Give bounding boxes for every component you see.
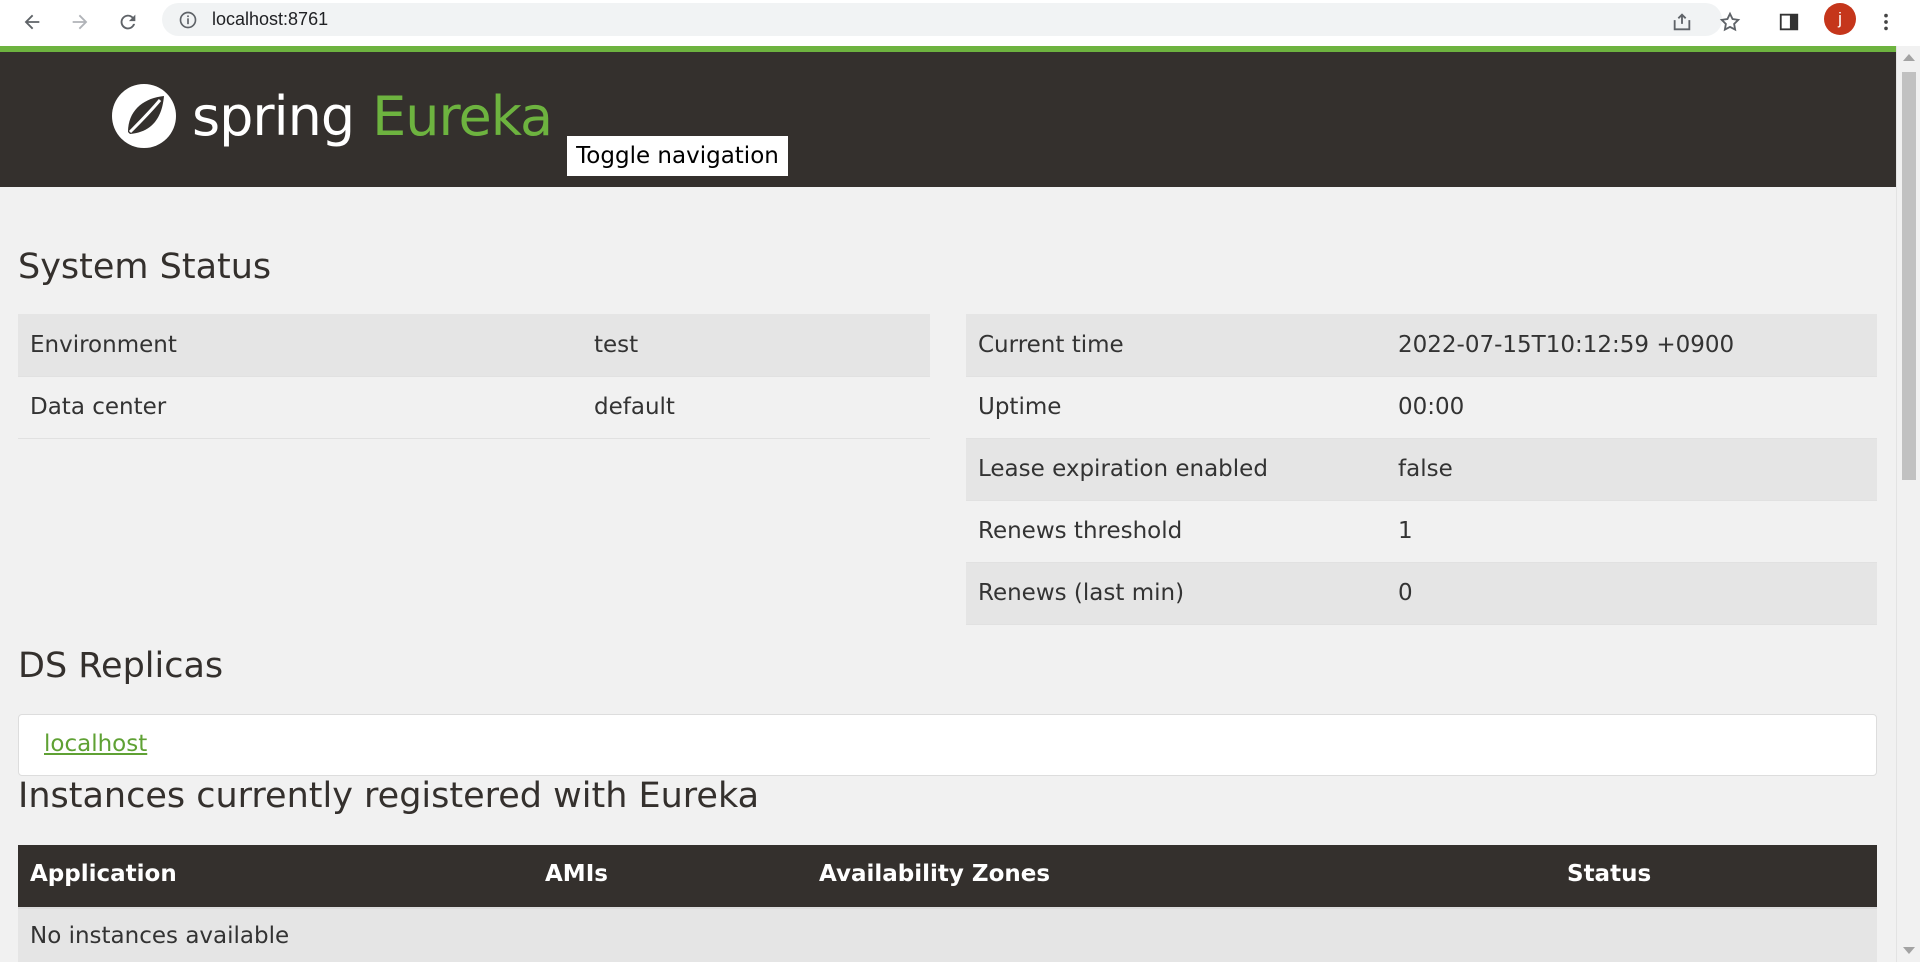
back-button[interactable] (14, 4, 50, 40)
status-value: 1 (1386, 500, 1877, 563)
instances-table-header: Application AMIs Availability Zones Stat… (18, 845, 1877, 907)
column-header-amis: AMIs (545, 861, 608, 887)
back-arrow-icon (24, 14, 40, 30)
page-scrollbar[interactable] (1896, 46, 1920, 962)
status-label: Lease expiration enabled (966, 438, 1386, 501)
status-value: 2022-07-15T10:12:59 +0900 (1386, 314, 1877, 377)
address-bar[interactable]: localhost:8761 (162, 3, 1722, 36)
system-status-title: System Status (18, 247, 272, 287)
status-label: Environment (18, 314, 582, 377)
reload-button[interactable] (110, 4, 146, 40)
scroll-thumb[interactable] (1902, 72, 1916, 480)
replica-link-localhost[interactable]: localhost (44, 731, 147, 757)
status-value: 0 (1386, 562, 1877, 625)
table-row: Renews (last min) 0 (966, 562, 1877, 625)
status-value: test (582, 314, 930, 377)
forward-button[interactable] (62, 4, 98, 40)
status-value: default (582, 376, 930, 439)
status-label: Uptime (966, 376, 1386, 439)
browser-menu-button[interactable] (1868, 4, 1904, 40)
side-panel-button[interactable] (1771, 4, 1807, 40)
logo-spring-text: spring (192, 84, 355, 148)
system-status-left-table: Environment test Data center default (18, 314, 930, 439)
forward-arrow-icon (72, 14, 88, 30)
table-row: Environment test (18, 314, 930, 377)
status-value: false (1386, 438, 1877, 501)
table-row: Uptime 00:00 (966, 376, 1877, 439)
browser-toolbar: localhost:8761 j (0, 0, 1920, 46)
table-row: No instances available (18, 907, 1877, 962)
system-status-right-table: Current time 2022-07-15T10:12:59 +0900 U… (966, 314, 1877, 625)
spring-eureka-logo[interactable]: spring Eureka (110, 82, 553, 150)
scroll-down-icon[interactable] (1903, 947, 1915, 954)
more-vertical-icon (1884, 13, 1888, 31)
scroll-up-icon[interactable] (1903, 54, 1915, 61)
status-label: Data center (18, 376, 582, 439)
toggle-navigation-button[interactable]: Toggle navigation (567, 136, 788, 176)
status-label: Renews threshold (966, 500, 1386, 563)
table-row: Data center default (18, 376, 930, 439)
spring-leaf-icon (112, 84, 176, 148)
table-row: Renews threshold 1 (966, 500, 1877, 563)
share-button[interactable] (1664, 4, 1700, 40)
column-header-application: Application (30, 861, 177, 887)
column-header-availability-zones: Availability Zones (819, 861, 1051, 887)
profile-avatar[interactable]: j (1824, 3, 1856, 35)
side-panel-icon (1779, 13, 1799, 31)
empty-instances-message: No instances available (30, 923, 290, 949)
column-header-status: Status (1567, 861, 1652, 887)
page-header: spring Eureka Toggle navigation (0, 52, 1896, 187)
table-row: Lease expiration enabled false (966, 438, 1877, 501)
url-text[interactable]: localhost:8761 (212, 9, 328, 30)
ds-replicas-list: localhost (18, 714, 1877, 776)
site-info-icon[interactable] (178, 10, 198, 34)
instances-title: Instances currently registered with Eure… (18, 776, 760, 816)
logo-eureka-text: Eureka (372, 84, 553, 148)
share-icon (1673, 13, 1691, 31)
bookmark-button[interactable] (1712, 4, 1748, 40)
ds-replicas-title: DS Replicas (18, 646, 224, 686)
status-value: 00:00 (1386, 376, 1877, 439)
star-icon (1719, 11, 1741, 32)
table-row: Current time 2022-07-15T10:12:59 +0900 (966, 314, 1877, 377)
status-label: Current time (966, 314, 1386, 377)
status-label: Renews (last min) (966, 562, 1386, 625)
reload-icon (120, 14, 136, 30)
